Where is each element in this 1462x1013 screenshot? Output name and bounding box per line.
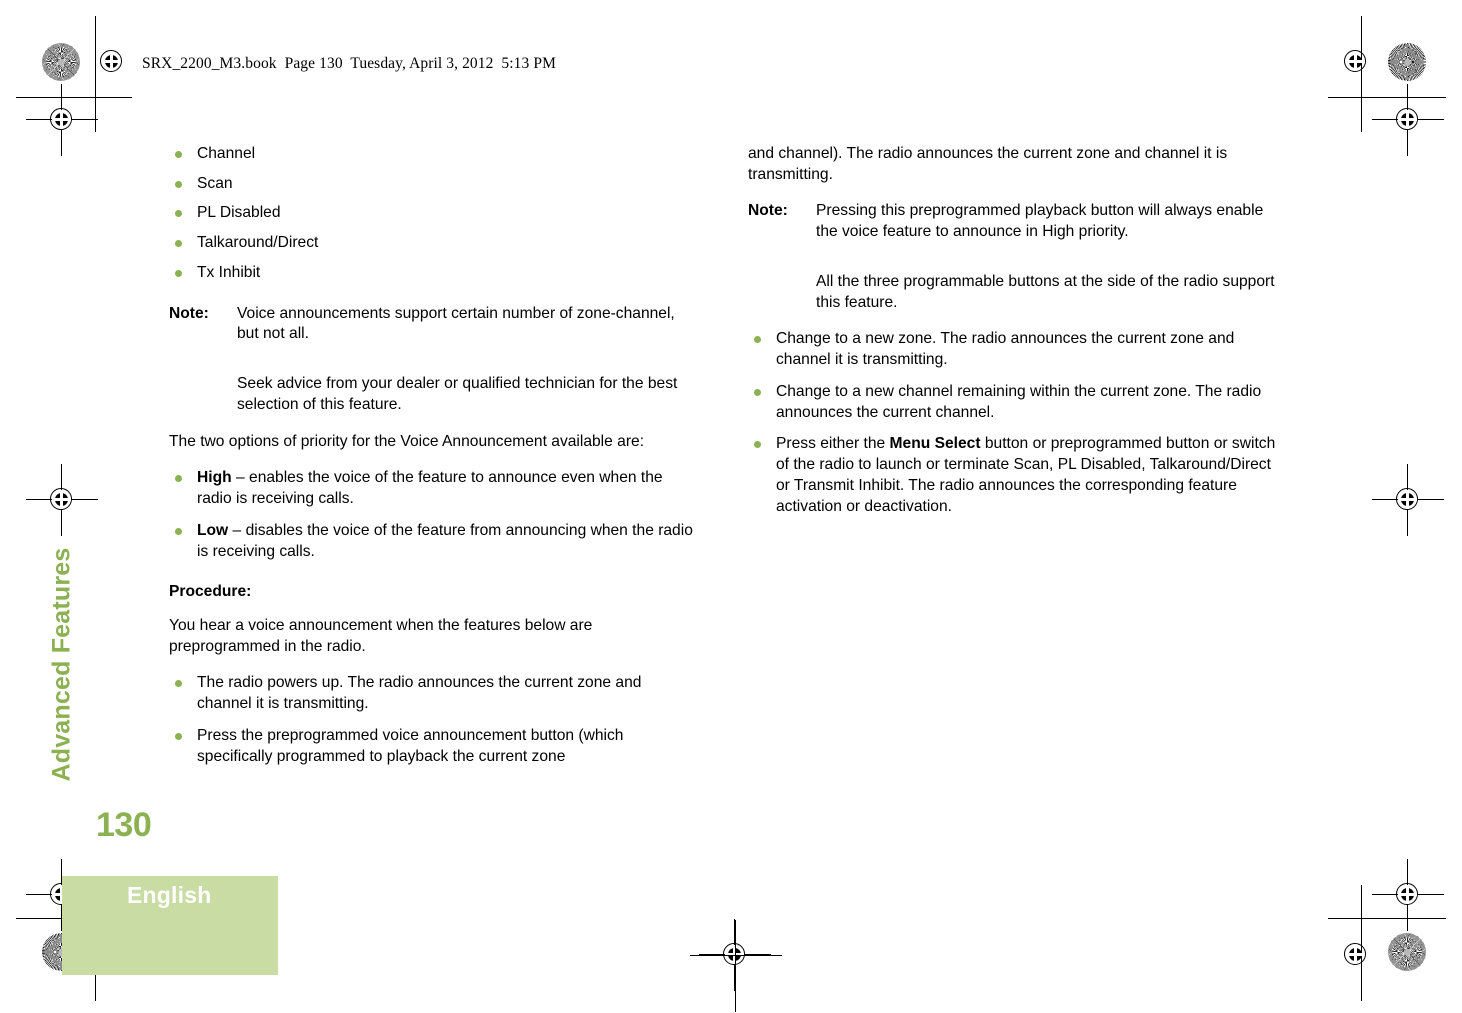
- registration-starburst-bottom-right: [1388, 933, 1426, 971]
- book-header-slug: SRX_2200_M3.book Page 130 Tuesday, April…: [142, 55, 556, 72]
- list-item: Change to a new channel remaining within…: [748, 382, 1278, 423]
- trim-line-bottom-center-vertical: [735, 920, 736, 1012]
- registration-cross-top-left-outer: [26, 84, 98, 156]
- continued-paragraph: and channel). The radio announces the cu…: [748, 145, 1228, 183]
- right-column: and channel). The radio announces the cu…: [748, 144, 1278, 528]
- registration-cross-top-right-inner: [1333, 39, 1379, 85]
- registration-cross-bottom-right-inner: [1333, 932, 1379, 978]
- priority-term: Low: [197, 521, 229, 539]
- em-dash: –: [236, 469, 245, 487]
- left-column: Channel Scan PL Disabled Talkaround/Dire…: [169, 144, 699, 778]
- page-number: 130: [96, 806, 152, 844]
- list-item: PL Disabled: [169, 203, 699, 224]
- priority-term: High: [197, 469, 232, 487]
- document-page: SRX_2200_M3.book Page 130 Tuesday, April…: [0, 0, 1462, 1013]
- em-dash: –: [232, 521, 242, 539]
- note-block-1: Note: Voice announcements support certai…: [169, 304, 699, 345]
- registration-cross-top-left-inner: [89, 39, 135, 85]
- list-item-priority-low: Low – disables the voice of the feature …: [169, 521, 699, 562]
- list-item: Scan: [169, 174, 699, 195]
- note-continuation-2: All the three programmable buttons at th…: [816, 272, 1275, 311]
- menu-select-term: Menu Select: [889, 435, 981, 453]
- list-item-menu-select: Press either the Menu Select button or p…: [748, 434, 1278, 517]
- trim-line-bottom-center-horizontal: [690, 955, 782, 956]
- note-body: Pressing this preprogrammed playback but…: [816, 202, 1264, 241]
- list-item-text: Change to a new zone. The radio announce…: [776, 330, 1235, 369]
- note-label: Note:: [748, 202, 788, 220]
- trim-line-bottom-right-horizontal: [1328, 918, 1446, 919]
- registration-starburst-top-right: [1388, 43, 1426, 81]
- note-spacer: [748, 251, 1278, 272]
- note-block-2: Note: Pressing this preprogrammed playba…: [748, 201, 1278, 242]
- registration-cross-top-right-outer: [1372, 84, 1444, 156]
- list-item: Tx Inhibit: [169, 263, 699, 284]
- list-item-text: Change to a new channel remaining within…: [776, 382, 1262, 421]
- registration-starburst-top-left: [42, 43, 80, 81]
- list-item-text-pre: Press either the: [776, 435, 890, 453]
- priority-intro-paragraph: The two options of priority for the Voic…: [169, 432, 645, 450]
- list-item: Change to a new zone. The radio announce…: [748, 329, 1278, 370]
- language-label: English: [127, 882, 212, 908]
- registration-cross-middle-right: [1372, 464, 1444, 536]
- note-body: Voice announcements support certain numb…: [237, 304, 675, 343]
- list-item-priority-high: High – enables the voice of the feature …: [169, 468, 699, 509]
- priority-description: enables the voice of the feature to anno…: [197, 469, 663, 508]
- registration-cross-bottom-right-outer: [1372, 859, 1444, 931]
- note-spacer: [169, 353, 699, 374]
- note-label: Note:: [169, 304, 209, 322]
- chapter-title-vertical: Advanced Features: [47, 547, 76, 782]
- priority-description: disables the voice of the feature from a…: [197, 521, 693, 560]
- note-continuation-1: Seek advice from your dealer or qualifie…: [237, 375, 678, 413]
- list-item: Talkaround/Direct: [169, 233, 699, 254]
- procedure-heading: Procedure:: [169, 583, 252, 601]
- list-item: Channel: [169, 144, 699, 165]
- procedure-intro-paragraph: You hear a voice announcement when the f…: [169, 617, 593, 655]
- list-item: Press the preprogrammed voice announceme…: [169, 726, 699, 767]
- list-item: The radio powers up. The radio announces…: [169, 673, 699, 714]
